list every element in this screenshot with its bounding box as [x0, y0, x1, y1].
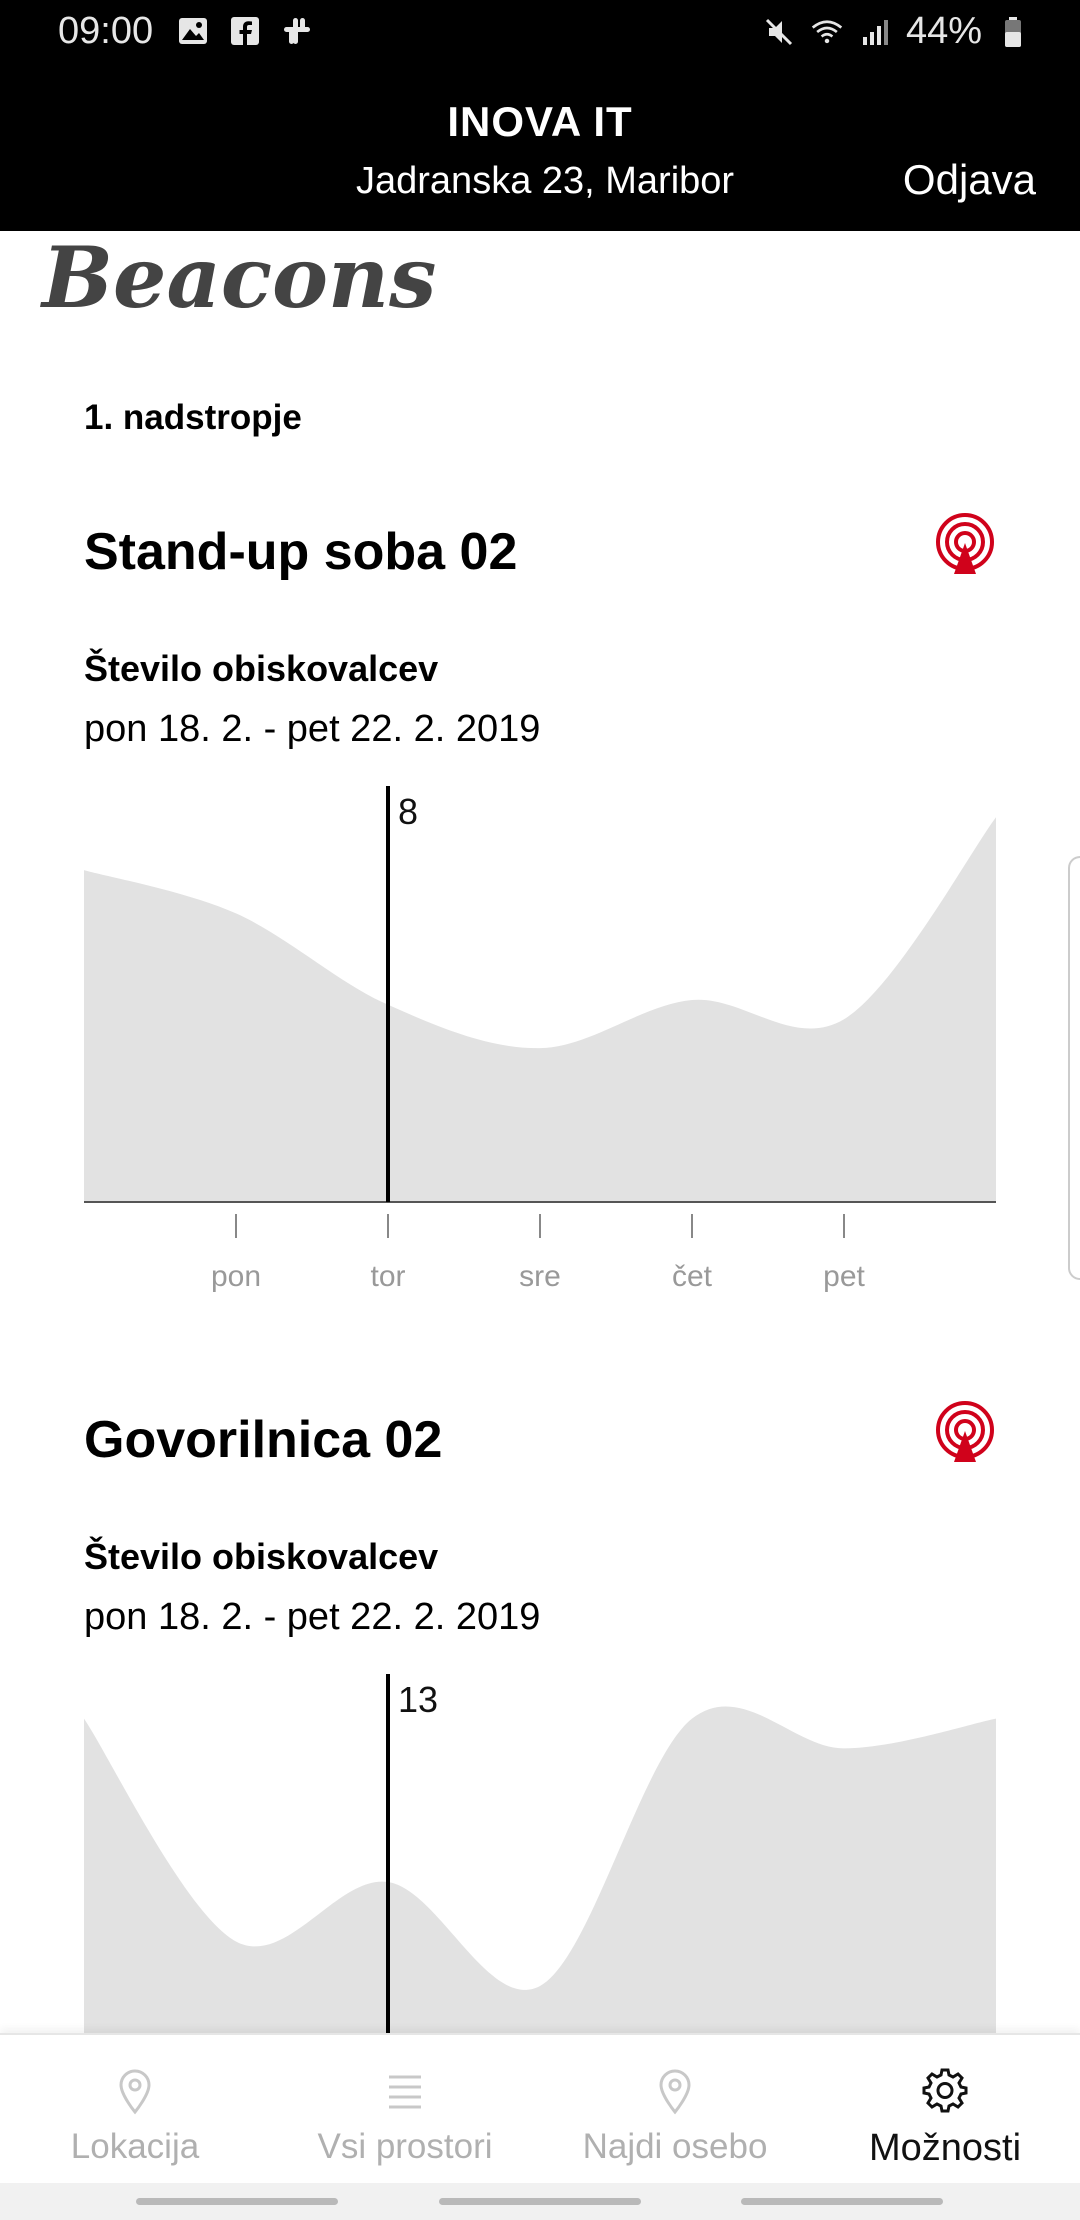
- x-tick-label: čet: [672, 1260, 713, 1293]
- nav-label: Lokacija: [70, 2127, 200, 2166]
- date-range: pon 18. 2. - pet 22. 2. 2019: [84, 708, 541, 750]
- page-title: Beacons: [42, 228, 437, 327]
- x-tick-label: pet: [823, 1260, 865, 1293]
- nav-label: Možnosti: [868, 2127, 1022, 2169]
- scroll-handle[interactable]: [1068, 856, 1080, 1280]
- signal-icon: [858, 15, 892, 49]
- beacon-icon[interactable]: [934, 512, 996, 578]
- nav-label: Vsi prostori: [317, 2127, 493, 2166]
- facebook-icon: [228, 14, 262, 48]
- gesture-bar: [0, 2183, 1080, 2220]
- beacon-icon[interactable]: [934, 1400, 996, 1466]
- gesture-pill: [439, 2198, 641, 2205]
- nav-item-najdi-osebo[interactable]: Najdi osebo: [540, 2035, 810, 2185]
- metric-label: Število obiskovalcev: [84, 648, 439, 689]
- gesture-pill: [136, 2198, 338, 2205]
- list-icon: [270, 2067, 540, 2117]
- floor-label: 1. nadstropje: [84, 398, 302, 437]
- battery-icon: [996, 15, 1030, 49]
- gesture-pill: [741, 2198, 943, 2205]
- location-address: Jadranska 23, Maribor: [356, 160, 735, 202]
- status-time: 09:00: [58, 10, 154, 52]
- location-pin-icon: [0, 2067, 270, 2117]
- chart-area: [84, 817, 996, 1202]
- location-pin-icon: [540, 2067, 810, 2117]
- marker-value-label: 8: [398, 791, 418, 832]
- status-bar: 09:00 44%: [0, 0, 1080, 66]
- room-name: Stand-up soba 02: [84, 523, 518, 581]
- nav-item-vsi-prostori[interactable]: Vsi prostori: [270, 2035, 540, 2185]
- x-tick-label: tor: [370, 1260, 405, 1293]
- wifi-icon: [810, 15, 844, 49]
- company-name: INOVA IT: [447, 98, 633, 145]
- room-name: Govorilnica 02: [84, 1411, 443, 1469]
- slack-icon: [280, 14, 314, 48]
- date-range: pon 18. 2. - pet 22. 2. 2019: [84, 1596, 541, 1638]
- nav-label: Najdi osebo: [582, 2127, 768, 2166]
- x-tick-label: pon: [211, 1260, 261, 1293]
- logout-button[interactable]: Odjava: [903, 156, 1036, 204]
- nav-item-lokacija[interactable]: Lokacija: [0, 2035, 270, 2185]
- bottom-navigation: Lokacija Vsi prostori Najdi osebo Možnos…: [0, 2033, 1080, 2183]
- battery-percent: 44%: [905, 10, 982, 52]
- mute-icon: [762, 15, 796, 49]
- nav-item-moznosti[interactable]: Možnosti: [810, 2035, 1080, 2185]
- marker-value-label: 13: [398, 1679, 438, 1720]
- app-header: INOVA IT Jadranska 23, Maribor Odjava: [0, 66, 1080, 231]
- x-tick-label: sre: [519, 1260, 561, 1293]
- image-icon: [176, 14, 210, 48]
- gear-icon: [810, 2067, 1080, 2117]
- visitors-chart: pon tor sre čet pet 8: [84, 786, 996, 1293]
- metric-label: Število obiskovalcev: [84, 1536, 439, 1577]
